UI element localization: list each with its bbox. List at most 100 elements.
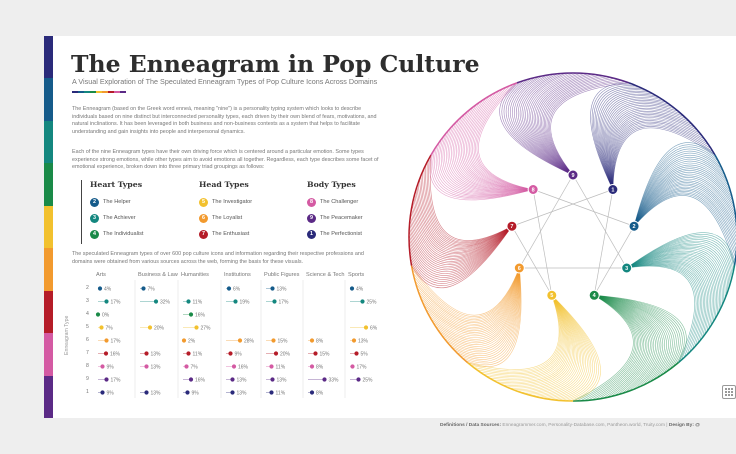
value-dot xyxy=(104,338,109,343)
value-label: 17% xyxy=(111,299,122,305)
value-dot xyxy=(194,325,199,330)
value-dot xyxy=(360,299,365,304)
value-label: 13% xyxy=(277,377,288,383)
value-dot xyxy=(349,286,355,291)
value-dot xyxy=(270,377,275,382)
value-dot xyxy=(309,390,315,395)
value-dot xyxy=(230,377,235,382)
footer-text: Enneagrammer.com, Personality-Database.c… xyxy=(502,423,668,428)
value-label: 13% xyxy=(237,390,248,396)
value-dot xyxy=(309,338,315,343)
value-dot xyxy=(226,286,232,291)
swirl-layer xyxy=(408,72,736,402)
type-node-label: 1 xyxy=(611,187,614,193)
value-dot xyxy=(185,390,190,395)
value-dot xyxy=(356,377,361,382)
value-label: 11% xyxy=(276,390,286,396)
value-label: 20% xyxy=(280,351,291,357)
value-label: 17% xyxy=(357,364,368,370)
value-label: 7% xyxy=(148,286,156,292)
swirl-rim xyxy=(410,265,469,364)
value-dot xyxy=(147,325,153,330)
value-label: 17% xyxy=(111,377,122,383)
value-dot xyxy=(273,351,279,356)
value-label: 13% xyxy=(151,351,162,357)
swirl-line xyxy=(447,121,534,192)
value-label: 20% xyxy=(154,325,165,331)
value-dot xyxy=(144,351,149,356)
swirl-line xyxy=(408,225,513,271)
value-dot xyxy=(188,377,194,382)
value-dot xyxy=(313,351,318,356)
value-label: 17% xyxy=(279,299,290,305)
swirl-line xyxy=(527,295,580,395)
value-dot xyxy=(269,364,274,369)
swirl-line xyxy=(576,295,635,402)
grid-view-icon[interactable] xyxy=(722,385,736,399)
value-label: 0% xyxy=(102,312,110,318)
value-label: 9% xyxy=(235,351,243,357)
type-node-label: 7 xyxy=(510,224,513,230)
value-label: 27% xyxy=(201,325,212,331)
value-dot xyxy=(269,390,274,395)
value-label: 11% xyxy=(193,299,203,305)
value-dot xyxy=(144,364,149,369)
connection-line xyxy=(511,189,613,227)
value-label: 28% xyxy=(244,338,255,344)
value-label: 6% xyxy=(370,325,378,331)
value-label: 25% xyxy=(363,377,374,383)
value-label: 16% xyxy=(110,351,121,357)
value-dot xyxy=(100,390,105,395)
value-label: 15% xyxy=(320,351,331,357)
value-dot xyxy=(95,312,101,317)
value-dot xyxy=(141,286,146,291)
swirl-rim xyxy=(628,82,716,156)
swirl-rim xyxy=(677,265,736,364)
value-dot xyxy=(103,351,109,356)
value-dot xyxy=(104,377,109,382)
connection-line xyxy=(533,189,635,227)
value-label: 16% xyxy=(195,377,206,383)
value-label: 13% xyxy=(151,364,162,370)
value-label: 16% xyxy=(238,364,249,370)
value-label: 9% xyxy=(107,390,115,396)
value-dot xyxy=(97,286,103,291)
value-label: 16% xyxy=(195,312,206,318)
value-label: 9% xyxy=(192,390,200,396)
value-label: 7% xyxy=(106,325,114,331)
type-node-label: 8 xyxy=(532,187,535,193)
value-label: 33% xyxy=(329,377,340,383)
swirl-line xyxy=(512,76,574,176)
value-label: 19% xyxy=(240,299,251,305)
value-dot xyxy=(184,364,189,369)
type-node-label: 2 xyxy=(633,224,636,230)
value-dot xyxy=(271,338,276,343)
value-dot xyxy=(228,351,233,356)
value-label: 6% xyxy=(233,286,241,292)
value-dot xyxy=(186,351,191,356)
value-label: 25% xyxy=(367,299,378,305)
value-dot xyxy=(309,364,315,369)
type-node-label: 9 xyxy=(571,173,574,179)
value-dot xyxy=(99,325,104,330)
value-label: 13% xyxy=(237,377,248,383)
value-label: 13% xyxy=(358,338,369,344)
value-dot xyxy=(104,299,109,304)
value-label: 4% xyxy=(104,286,112,292)
value-dot xyxy=(272,299,277,304)
value-label: 32% xyxy=(160,299,171,305)
footer-sources: Definitions / Data Sources: Enneagrammer… xyxy=(440,423,700,428)
connection-line xyxy=(572,174,627,269)
value-dot xyxy=(188,312,194,317)
value-label: 13% xyxy=(277,286,288,292)
value-dot xyxy=(181,338,187,343)
value-dot xyxy=(351,338,357,343)
value-label: 7% xyxy=(191,364,199,370)
value-dot xyxy=(237,338,243,343)
value-label: 8% xyxy=(316,390,324,396)
enneagram-chart: 4%17%0%7%17%16%9%17%9%7%32%20%13%13%13%1… xyxy=(95,72,736,402)
value-label: 15% xyxy=(278,338,289,344)
value-dot xyxy=(270,286,275,291)
value-dot xyxy=(144,390,149,395)
value-label: 11% xyxy=(193,351,203,357)
